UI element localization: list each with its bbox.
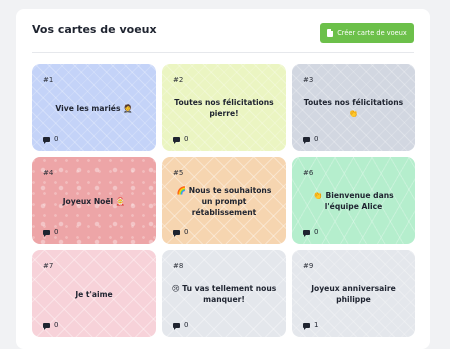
header-divider [32,52,414,53]
greeting-card[interactable]: #9 Joyeux anniversaire philippe 1 [292,250,415,337]
cards-grid: #1 Vive les mariés 🤵 0 #2 Toutes nos fél… [32,64,415,337]
card-comments: 1 [303,321,319,330]
card-message: Joyeux Noël 🤶 [62,196,126,206]
card-message: 🌈 Nous te souhaitons un prompt rétabliss… [176,185,272,217]
card-comments: 0 [43,135,59,144]
card-number: #4 [43,169,54,177]
greeting-card[interactable]: #7 Je t'aime 0 [32,250,156,337]
cards-panel: Vos cartes de voeux Créer carte de voeux… [16,9,430,349]
card-comment-count: 0 [54,135,59,143]
greeting-card[interactable]: #5 🌈 Nous te souhaitons un prompt rétabl… [162,157,286,244]
comment-icon [173,136,180,144]
card-number: #3 [303,76,314,84]
greeting-card[interactable]: #3 Toutes nos félicitations 👏 0 [292,64,415,151]
create-card-button[interactable]: Créer carte de voeux [320,23,414,43]
card-comments: 0 [43,321,59,330]
card-number: #8 [173,262,184,270]
create-card-button-label: Créer carte de voeux [337,29,407,37]
card-comment-count: 0 [314,135,319,143]
comment-icon [303,136,310,144]
card-comment-count: 1 [314,321,319,329]
card-comments: 0 [303,228,319,237]
card-number: #7 [43,262,54,270]
greeting-card[interactable]: #4 Joyeux Noël 🤶 0 [32,157,156,244]
comment-icon [303,322,310,330]
card-message: Je t'aime [75,289,113,299]
card-message: 😢 Tu vas tellement nous manquer! [171,284,277,304]
card-comment-count: 0 [184,228,189,236]
comment-icon [43,136,50,144]
card-comment-count: 0 [184,321,189,329]
card-number: #9 [303,262,314,270]
greeting-card[interactable]: #6 👏 Bienvenue dans l'équipe Alice 0 [292,157,415,244]
card-message: Toutes nos félicitations pierre! [174,98,274,118]
greeting-card[interactable]: #2 Toutes nos félicitations pierre! 0 [162,64,286,151]
greeting-card[interactable]: #1 Vive les mariés 🤵 0 [32,64,156,151]
card-message: Toutes nos félicitations 👏 [303,98,404,118]
card-number: #2 [173,76,184,84]
card-comments: 0 [173,228,189,237]
card-comments: 0 [173,321,189,330]
comment-icon [173,322,180,330]
card-message: 👏 Bienvenue dans l'équipe Alice [313,191,394,211]
card-comments: 0 [173,135,189,144]
card-comment-count: 0 [54,228,59,236]
card-number: #1 [43,76,54,84]
card-comment-count: 0 [314,228,319,236]
comment-icon [303,229,310,237]
card-comments: 0 [43,228,59,237]
greeting-card[interactable]: #8 😢 Tu vas tellement nous manquer! 0 [162,250,286,337]
card-comment-count: 0 [54,321,59,329]
comment-icon [43,229,50,237]
page-title: Vos cartes de voeux [32,23,157,36]
card-comment-count: 0 [184,135,189,143]
card-message: Vive les mariés 🤵 [55,103,133,113]
card-number: #6 [303,169,314,177]
comment-icon [43,322,50,330]
card-comments: 0 [303,135,319,144]
document-icon [327,29,334,37]
card-number: #5 [173,169,184,177]
comment-icon [173,229,180,237]
card-message: Joyeux anniversaire philippe [311,284,396,304]
